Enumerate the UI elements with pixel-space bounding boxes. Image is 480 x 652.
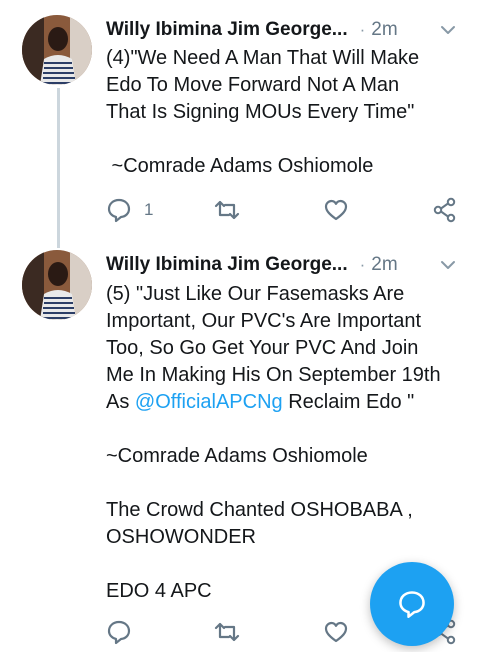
avatar[interactable]	[22, 250, 92, 320]
separator-dot: ·	[359, 20, 366, 39]
reply-button[interactable]: 1	[106, 195, 153, 225]
tweet-text-line: Important, Our PVC's Are Important	[106, 310, 422, 332]
share-icon	[433, 197, 456, 223]
tweet-text-line: Too, So Go Get Your PVC And Join	[106, 337, 419, 359]
reply-count: 1	[144, 200, 154, 219]
like-button[interactable]	[323, 195, 349, 225]
tweet-text: (4)"We Need A Man That Will Make Edo To …	[106, 45, 460, 180]
reply-icon	[107, 198, 131, 223]
tweet-signature: ~Comrade Adams Oshiomole	[106, 445, 368, 467]
mention-link[interactable]: @OfficialAPCNg	[135, 391, 283, 413]
mention-suffix: Reclaim Edo "	[282, 391, 415, 413]
avatar[interactable]	[22, 15, 92, 85]
tweet-text-line: OSHOWONDER	[106, 526, 256, 548]
like-icon	[324, 199, 348, 221]
tweet-text-line: Edo To Move Forward Not A Man	[106, 74, 400, 96]
author-name[interactable]: Willy Ibimina Jim George...	[106, 254, 348, 276]
tweet-text: (5) "Just Like Our Fasemasks Are Importa…	[106, 281, 460, 605]
tweet-actions: 1	[106, 195, 458, 225]
tweet-text-line: The Crowd Chanted OSHOBABA ,	[106, 499, 413, 521]
timestamp[interactable]: 2m	[371, 254, 397, 276]
tweet-text-line: (4)"We Need A Man That Will Make	[106, 47, 420, 69]
author-name[interactable]: Willy Ibimina Jim George...	[106, 19, 348, 41]
tweet-text-line: That Is Signing MOUs Every Time"	[106, 101, 415, 123]
retweet-icon	[214, 200, 240, 220]
like-icon	[324, 621, 348, 643]
compose-reply-button[interactable]	[370, 562, 454, 646]
timestamp[interactable]: 2m	[371, 19, 397, 41]
retweet-icon	[214, 622, 240, 642]
tweet-signature: ~Comrade Adams Oshiomole	[106, 155, 374, 177]
tweet[interactable]: Willy Ibimina Jim George... · 2m (4)"We …	[0, 0, 480, 238]
tweet-text-line: As @OfficialAPCNg Reclaim Edo "	[106, 389, 460, 416]
retweet-button[interactable]	[214, 617, 240, 647]
separator-dot: ·	[359, 255, 366, 274]
tweet-text-line: Me In Making His On September 19th	[106, 364, 441, 386]
retweet-button[interactable]	[214, 195, 240, 225]
reply-icon	[107, 620, 131, 645]
mention-prefix: As	[106, 391, 135, 413]
like-button[interactable]	[323, 617, 349, 647]
tweet-text-line: (5) "Just Like Our Fasemasks Are	[106, 283, 405, 305]
chevron-down-icon[interactable]	[438, 20, 458, 40]
chevron-down-icon[interactable]	[438, 255, 458, 275]
reply-button[interactable]	[106, 617, 132, 647]
share-button[interactable]	[432, 195, 458, 225]
compose-reply-icon	[399, 591, 425, 618]
